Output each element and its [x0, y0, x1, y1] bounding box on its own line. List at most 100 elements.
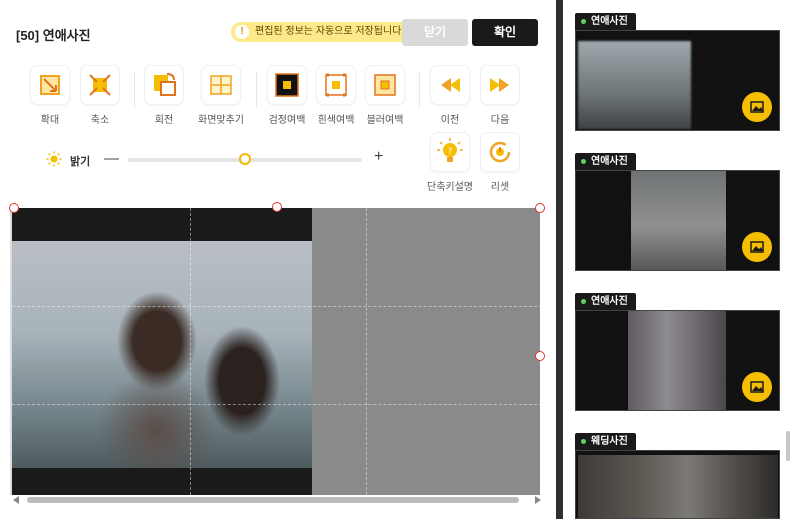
status-dot-icon	[581, 159, 586, 164]
couple-photo	[12, 241, 312, 468]
thumbnail-photo	[628, 311, 726, 410]
reset-button[interactable]: 리셋	[472, 133, 528, 193]
status-dot-icon	[581, 19, 586, 24]
zoom-out-icon	[81, 66, 119, 104]
scroll-right-arrow-icon[interactable]	[535, 496, 541, 504]
confirm-button[interactable]: 확인	[472, 19, 538, 46]
thumbnail-panel: 연애사진 연애사진 연애사진 웨딩사진	[563, 0, 800, 519]
status-dot-icon	[581, 439, 586, 444]
brightness-slider[interactable]	[128, 153, 362, 165]
autosave-notice: ! 편집된 정보는 자동으로 저장됩니다.	[231, 22, 413, 42]
brightness-icon	[46, 151, 62, 167]
page-title: [50] 연애사진	[16, 28, 91, 43]
scrollbar-thumb[interactable]	[27, 497, 519, 503]
change-photo-button[interactable]	[742, 232, 772, 262]
zoom-out-button[interactable]: 축소	[72, 66, 128, 126]
image-icon	[750, 241, 764, 253]
editor-panel: [50] 연애사진 ! 편집된 정보는 자동으로 저장됩니다. 닫기 확인 확대…	[0, 0, 556, 519]
shortcut-help-icon: ?	[431, 133, 469, 171]
brightness-decrease-button[interactable]: —	[104, 150, 119, 167]
fit-screen-icon	[202, 66, 240, 104]
rotate-label: 회전	[154, 115, 174, 126]
thumbnail-tag-label: 연애사진	[591, 16, 628, 27]
previous-label: 이전	[440, 115, 460, 126]
thumbnail-card[interactable]: 웨딩사진	[575, 420, 780, 519]
next-icon	[481, 66, 519, 104]
thumbnail-frame	[575, 170, 780, 271]
toolbar-divider	[256, 72, 257, 108]
thumbnail-tag-label: 연애사진	[591, 156, 628, 167]
thumbnail-tag-label: 웨딩사진	[591, 436, 628, 447]
thumbnail-tag: 연애사진	[575, 153, 636, 170]
brightness-label: 밝기	[70, 156, 91, 168]
change-photo-button[interactable]	[742, 92, 772, 122]
grid-line	[366, 208, 367, 495]
next-label: 다음	[490, 115, 510, 126]
thumbnail-card[interactable]: 연애사진	[575, 13, 780, 131]
thumbnail-frame	[575, 310, 780, 411]
crop-handle-right-center[interactable]	[535, 351, 545, 361]
next-button[interactable]: 다음	[472, 66, 528, 126]
blur-margin-label: 블러여백	[366, 115, 404, 126]
thumbnail-tag: 연애사진	[575, 13, 636, 30]
brightness-increase-button[interactable]: +	[374, 148, 383, 166]
white-margin-button[interactable]: 흰색여백	[308, 66, 364, 126]
white-margin-icon	[317, 66, 355, 104]
zoom-in-label: 확대	[40, 115, 60, 126]
rotate-button[interactable]: 회전	[136, 66, 192, 126]
zoom-in-icon	[31, 66, 69, 104]
zoom-out-label: 축소	[90, 115, 110, 126]
brightness-slider-handle[interactable]	[239, 153, 251, 165]
thumbnail-tag-label: 연애사진	[591, 296, 628, 307]
grid-line	[12, 306, 542, 307]
brightness-slider-fill	[128, 158, 245, 162]
zoom-in-button[interactable]: 확대	[22, 66, 78, 126]
svg-text:?: ?	[448, 147, 453, 157]
previous-button[interactable]: 이전	[422, 66, 478, 126]
black-margin-button[interactable]: 검정여백	[259, 66, 315, 126]
panel-scrollbar-thumb[interactable]	[786, 431, 790, 461]
thumbnail-tag: 웨딩사진	[575, 433, 636, 450]
toolbar-divider	[419, 72, 420, 108]
black-margin-icon	[268, 66, 306, 104]
crop-handle-top-right[interactable]	[535, 203, 545, 213]
status-dot-icon	[581, 299, 586, 304]
card-shadow	[575, 280, 780, 294]
shortcut-help-button[interactable]: ? 단축키설명	[422, 133, 478, 193]
grid-line	[12, 404, 542, 405]
panel-divider	[556, 0, 563, 519]
change-photo-button[interactable]	[742, 372, 772, 402]
thumbnail-tag: 연애사진	[575, 293, 636, 310]
photo-editor-screen: [50] 연애사진 ! 편집된 정보는 자동으로 저장됩니다. 닫기 확인 확대…	[0, 0, 800, 519]
crop-handle-top-center[interactable]	[272, 202, 282, 212]
thumbnail-frame	[575, 30, 780, 131]
reset-icon	[481, 133, 519, 171]
blur-margin-button[interactable]: 블러여백	[357, 66, 413, 126]
close-button[interactable]: 닫기	[402, 19, 468, 46]
photo-layer[interactable]	[12, 208, 312, 495]
thumbnail-photo	[631, 171, 726, 270]
white-margin-label: 흰색여백	[317, 115, 355, 126]
previous-icon	[431, 66, 469, 104]
toolbar-divider	[134, 72, 135, 108]
card-shadow	[575, 420, 780, 434]
thumbnail-photo	[578, 41, 691, 129]
thumbnail-card[interactable]: 연애사진	[575, 280, 780, 411]
reset-label: 리셋	[490, 182, 510, 193]
image-icon	[750, 381, 764, 393]
thumbnail-photo	[578, 455, 778, 518]
fit-screen-button[interactable]: 화면맞추기	[193, 66, 249, 126]
crop-handle-top-left[interactable]	[9, 203, 19, 213]
thumbnail-frame	[575, 450, 780, 519]
blur-margin-icon	[366, 66, 404, 104]
edit-canvas[interactable]	[10, 208, 542, 495]
card-shadow	[575, 140, 780, 154]
warning-icon: !	[235, 25, 249, 39]
image-icon	[750, 101, 764, 113]
scroll-left-arrow-icon[interactable]	[13, 496, 19, 504]
horizontal-scrollbar[interactable]	[13, 495, 543, 505]
thumbnail-card[interactable]: 연애사진	[575, 140, 780, 271]
shortcut-help-label: 단축키설명	[427, 182, 473, 193]
fit-screen-label: 화면맞추기	[198, 115, 244, 126]
rotate-icon	[145, 66, 183, 104]
